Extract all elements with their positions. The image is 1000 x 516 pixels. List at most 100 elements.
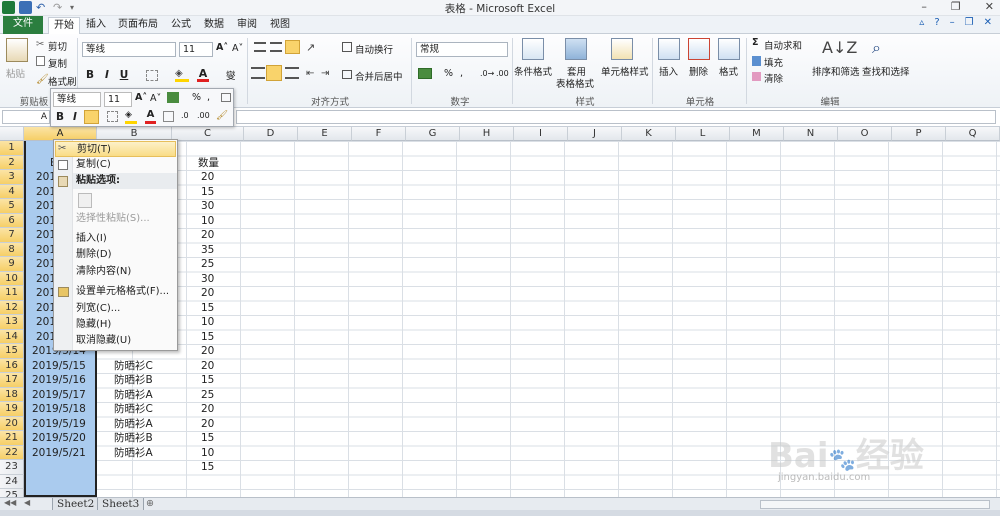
cell-c[interactable]: 10 xyxy=(201,214,214,229)
mini-font-color-icon[interactable]: A xyxy=(145,109,156,124)
column-header-n[interactable]: N xyxy=(784,127,838,141)
first-sheet-icon[interactable]: ◀◀ xyxy=(4,498,16,507)
mini-currency-icon[interactable] xyxy=(167,92,179,103)
row-header[interactable]: 16 xyxy=(0,358,24,373)
paste-option-icon[interactable] xyxy=(78,193,92,208)
format-painter-button[interactable]: 格式刷 xyxy=(48,74,77,88)
delete-cells-button[interactable]: 删除 xyxy=(689,64,708,78)
cell-c[interactable]: 20 xyxy=(201,228,214,243)
cell-b[interactable]: 防晒衫B xyxy=(114,373,153,388)
menu-item-hide[interactable]: 隐藏(H) xyxy=(76,317,111,333)
increase-decimal-icon[interactable]: .0→ xyxy=(480,69,494,78)
insert-cells-icon[interactable] xyxy=(658,38,680,60)
menu-item-cut[interactable]: 剪切(T) xyxy=(55,141,176,157)
grow-font-icon[interactable]: A˄ xyxy=(216,42,228,53)
row-header[interactable]: 24 xyxy=(0,474,24,489)
cell-b[interactable]: 防晒衫A xyxy=(114,446,153,461)
mini-increase-decimal-icon[interactable]: .0 xyxy=(181,111,189,120)
mini-format-painter-icon[interactable]: 🖌 xyxy=(216,110,228,121)
horizontal-scrollbar[interactable] xyxy=(760,500,990,509)
cell-c[interactable]: 30 xyxy=(201,199,214,214)
row-header[interactable]: 22 xyxy=(0,445,24,460)
menu-item-insert[interactable]: 插入(I) xyxy=(76,231,107,247)
fill-color-icon[interactable]: ◈ xyxy=(175,68,189,82)
mini-borders-icon[interactable] xyxy=(107,111,118,122)
mini-merge-icon[interactable] xyxy=(163,111,174,122)
mini-align-center-icon[interactable] xyxy=(84,110,99,124)
column-header-q[interactable]: Q xyxy=(946,127,1000,141)
help-icon[interactable]: ? xyxy=(934,17,939,28)
cell-c[interactable]: 10 xyxy=(201,315,214,330)
minimize-icon[interactable]: – xyxy=(921,0,927,13)
sort-filter-button[interactable]: 排序和筛选 xyxy=(812,64,860,78)
cell-a[interactable]: 2019/5/18 xyxy=(32,402,86,417)
format-cells-icon[interactable] xyxy=(718,38,740,60)
cell-a[interactable]: 2019/5/17 xyxy=(32,388,86,403)
merge-center-button[interactable]: 合并后居中 xyxy=(355,69,403,83)
align-middle-icon[interactable] xyxy=(270,42,282,52)
row-header[interactable]: 23 xyxy=(0,460,24,475)
row-header[interactable]: 4 xyxy=(0,184,24,199)
decrease-indent-icon[interactable]: ⇤ xyxy=(306,68,314,79)
mini-percent-icon[interactable]: % xyxy=(192,92,201,103)
row-header[interactable]: 6 xyxy=(0,213,24,228)
binoculars-icon[interactable]: ⌕ xyxy=(872,38,881,58)
mini-grow-font-icon[interactable]: A˄ xyxy=(135,92,147,103)
menu-item-paste-special[interactable]: 选择性粘贴(S)... xyxy=(76,211,150,227)
column-header-e[interactable]: E xyxy=(298,127,352,141)
italic-icon[interactable]: I xyxy=(101,68,113,82)
paste-button[interactable]: 粘贴 xyxy=(6,66,25,80)
cell-c[interactable]: 15 xyxy=(201,185,214,200)
header-quantity[interactable]: 数量 xyxy=(198,156,219,171)
row-header[interactable]: 7 xyxy=(0,228,24,243)
cell-c[interactable]: 10 xyxy=(201,446,214,461)
column-header-m[interactable]: M xyxy=(730,127,784,141)
font-name-select[interactable]: 等线 xyxy=(82,42,176,57)
restore-icon[interactable]: ❐ xyxy=(951,0,961,13)
mini-bold-icon[interactable]: B xyxy=(54,110,66,124)
row-header[interactable]: 8 xyxy=(0,242,24,257)
cell-b[interactable]: 防晒衫C xyxy=(114,402,153,417)
tab-data[interactable]: 数据 xyxy=(200,17,228,34)
column-header-p[interactable]: P xyxy=(892,127,946,141)
phonetic-icon[interactable]: 燮 xyxy=(226,68,236,82)
tab-formulas[interactable]: 公式 xyxy=(167,17,195,34)
font-size-select[interactable]: 11 xyxy=(179,42,213,57)
row-header[interactable]: 17 xyxy=(0,373,24,388)
name-box[interactable]: A xyxy=(2,110,50,124)
row-header[interactable]: 18 xyxy=(0,387,24,402)
column-header-k[interactable]: K xyxy=(622,127,676,141)
mini-comma-icon[interactable]: , xyxy=(207,92,210,103)
cell-c[interactable]: 35 xyxy=(201,243,214,258)
cell-c[interactable]: 25 xyxy=(201,388,214,403)
cut-button[interactable]: 剪切 xyxy=(48,39,67,53)
cell-b[interactable]: 防晒衫B xyxy=(114,431,153,446)
find-select-button[interactable]: 查找和选择 xyxy=(862,64,910,78)
borders-icon[interactable] xyxy=(146,70,158,81)
row-header[interactable]: 12 xyxy=(0,300,24,315)
row-header[interactable]: 9 xyxy=(0,257,24,272)
cell-a[interactable]: 2019/5/15 xyxy=(32,359,86,374)
row-header[interactable]: 5 xyxy=(0,199,24,214)
window-restore-icon[interactable]: ❐ xyxy=(965,17,974,28)
column-header-c[interactable]: C xyxy=(172,127,244,141)
row-header[interactable]: 25 xyxy=(0,489,24,497)
row-header[interactable]: 11 xyxy=(0,286,24,301)
row-header[interactable]: 19 xyxy=(0,402,24,417)
cell-c[interactable]: 15 xyxy=(201,373,214,388)
wrap-text-button[interactable]: 自动换行 xyxy=(355,42,393,56)
align-left-icon[interactable] xyxy=(251,67,265,79)
cell-b[interactable]: 防晒衫C xyxy=(114,359,153,374)
cell-c[interactable]: 15 xyxy=(201,460,214,475)
mini-font-size[interactable]: 11 xyxy=(104,92,132,107)
cell-a[interactable]: 2019/5/16 xyxy=(32,373,86,388)
insert-cells-button[interactable]: 插入 xyxy=(659,64,678,78)
menu-item-copy[interactable]: 复制(C) xyxy=(76,157,111,173)
align-right-icon[interactable] xyxy=(285,67,299,79)
row-header[interactable]: 13 xyxy=(0,315,24,330)
column-header-i[interactable]: I xyxy=(514,127,568,141)
menu-item-clear[interactable]: 清除内容(N) xyxy=(76,264,131,280)
cell-c[interactable]: 20 xyxy=(201,286,214,301)
align-bottom-icon[interactable] xyxy=(285,40,300,54)
formula-input[interactable] xyxy=(236,110,996,124)
